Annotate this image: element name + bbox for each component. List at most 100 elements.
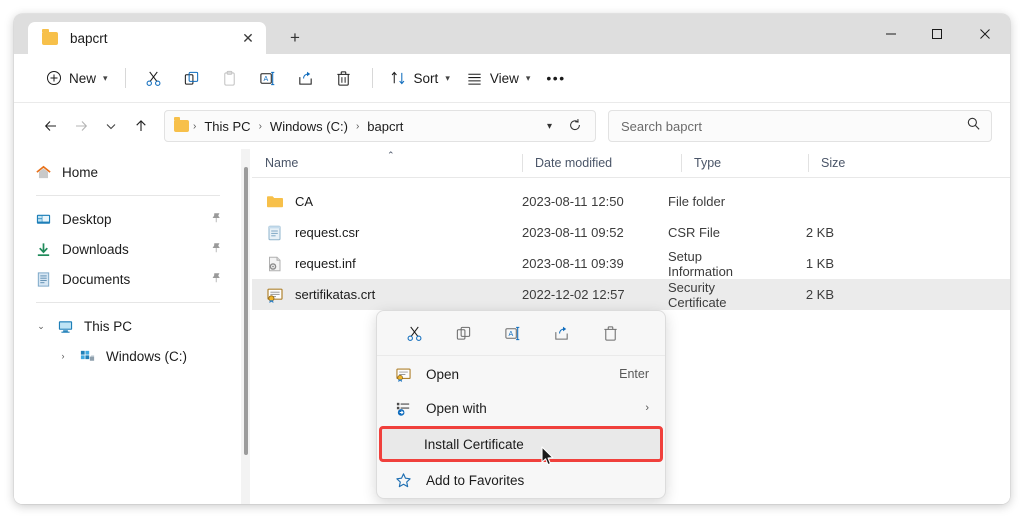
breadcrumb-separator: › <box>355 120 360 132</box>
downloads-icon <box>34 241 52 258</box>
new-tab-button[interactable]: + <box>282 26 308 50</box>
sidebar-item-label: Documents <box>62 271 131 287</box>
column-label: Date modified <box>535 156 613 170</box>
breadcrumb-item-bapcrt[interactable]: bapcrt <box>363 116 407 137</box>
breadcrumb-separator: › <box>193 120 197 132</box>
view-button[interactable]: View ▾ <box>458 62 539 94</box>
delete-icon[interactable] <box>325 62 363 94</box>
sidebar-item-desktop[interactable]: Desktop <box>28 204 228 234</box>
date-modified-cell: 2023-08-11 09:39 <box>522 256 624 271</box>
pane-splitter[interactable] <box>238 149 252 504</box>
search-icon[interactable] <box>966 116 981 136</box>
maximize-button[interactable] <box>914 14 960 54</box>
context-menu-item-open[interactable]: Open Enter <box>381 358 661 390</box>
close-button[interactable] <box>960 14 1010 54</box>
file-name: sertifikatas.crt <box>295 287 376 302</box>
up-button[interactable] <box>126 111 156 141</box>
cut-icon[interactable] <box>135 62 173 94</box>
breadcrumb[interactable]: › This PC › Windows (C:) › bapcrt ▾ <box>164 110 596 142</box>
rename-icon[interactable]: A <box>497 318 527 348</box>
chevron-down-icon[interactable]: ⌄ <box>34 321 48 332</box>
search-input[interactable] <box>619 117 966 135</box>
folder-icon <box>265 194 285 210</box>
sidebar-item-label: This PC <box>84 318 133 334</box>
share-icon[interactable] <box>546 318 576 348</box>
overflow-button[interactable]: ••• <box>538 62 573 94</box>
column-header-date-modified[interactable]: Date modified <box>522 149 681 177</box>
breadcrumb-item-windows-c[interactable]: Windows (C:) <box>266 116 352 137</box>
column-header-type[interactable]: Type <box>681 149 808 177</box>
inf-file-icon <box>265 255 285 273</box>
shortcut-label: Enter <box>619 367 649 381</box>
command-bar: New ▾ A Sort ▾ View ▾ ••• <box>14 54 1010 103</box>
breadcrumb-item-this-pc[interactable]: This PC <box>200 116 254 137</box>
column-label: Name <box>265 156 299 170</box>
sort-button[interactable]: Sort ▾ <box>382 62 458 94</box>
file-name: request.csr <box>295 225 360 240</box>
minimize-button[interactable] <box>868 14 914 54</box>
context-menu-item-label: Open with <box>426 400 487 416</box>
refresh-icon[interactable] <box>561 118 589 135</box>
context-menu-item-open-with[interactable]: Open with › <box>381 392 661 424</box>
recent-locations-button[interactable] <box>96 111 126 141</box>
divider <box>36 302 220 303</box>
certificate-icon <box>393 367 413 382</box>
table-row[interactable]: request.csr 2023-08-11 09:52 CSR File 2 … <box>252 217 1010 248</box>
pin-icon[interactable] <box>210 242 222 257</box>
column-header-size[interactable]: Size <box>808 149 901 177</box>
table-row[interactable]: CA 2023-08-11 12:50 File folder <box>252 186 1010 217</box>
sidebar-item-windows-c[interactable]: › Windows (C:) <box>62 341 228 371</box>
chevron-down-icon: ▾ <box>445 72 450 83</box>
column-label: Type <box>694 156 722 170</box>
pin-icon[interactable] <box>210 272 222 287</box>
scrollbar-thumb[interactable] <box>244 167 248 455</box>
chevron-right-icon: › <box>645 402 649 414</box>
open-with-icon <box>393 400 413 417</box>
file-name: CA <box>295 194 314 209</box>
rename-icon[interactable]: A <box>249 62 287 94</box>
sidebar-item-this-pc[interactable]: ⌄ This PC <box>37 311 228 341</box>
chevron-right-icon[interactable]: › <box>56 351 70 361</box>
chevron-down-icon[interactable]: ▾ <box>538 121 561 132</box>
sidebar-item-label: Windows (C:) <box>106 348 188 364</box>
forward-button <box>66 111 96 141</box>
close-icon[interactable]: ✕ <box>234 24 262 52</box>
date-modified-cell: 2023-08-11 09:52 <box>522 225 624 240</box>
title-bar: bapcrt ✕ + <box>14 14 1010 54</box>
context-menu-toolbar: A <box>377 311 665 356</box>
context-menu-item-label: Open <box>426 366 460 382</box>
column-header-name[interactable]: Name ⌃ <box>252 149 522 177</box>
overflow-icon: ••• <box>546 70 566 86</box>
date-modified-cell: 2023-08-11 12:50 <box>522 194 624 209</box>
divider <box>371 68 373 88</box>
file-name-cell: request.csr <box>252 224 509 242</box>
divider <box>124 68 126 88</box>
sidebar-item-documents[interactable]: Documents <box>28 264 228 294</box>
table-row[interactable]: request.inf 2023-08-11 09:39 Setup Infor… <box>252 248 1010 279</box>
type-cell: Setup Information <box>668 248 734 279</box>
delete-icon[interactable] <box>595 318 625 348</box>
window-controls <box>868 14 1010 54</box>
cut-icon[interactable] <box>399 318 429 348</box>
new-button[interactable]: New ▾ <box>38 62 116 94</box>
context-menu-item-install-certificate[interactable]: Install Certificate <box>379 426 663 462</box>
folder-icon <box>42 28 58 45</box>
tab-bapcrt[interactable]: bapcrt ✕ <box>28 22 266 54</box>
copy-icon[interactable] <box>173 62 211 94</box>
size-cell: 1 KB <box>805 256 834 271</box>
sidebar-item-label: Downloads <box>62 241 129 257</box>
breadcrumb-separator: › <box>258 120 262 132</box>
pin-icon[interactable] <box>210 212 222 227</box>
sort-ascending-icon: ⌃ <box>387 150 395 160</box>
copy-icon[interactable] <box>448 318 478 348</box>
drive-icon <box>78 348 96 365</box>
sidebar-item-downloads[interactable]: Downloads <box>28 234 228 264</box>
share-icon[interactable] <box>287 62 325 94</box>
sidebar-item-home[interactable]: Home <box>28 157 228 187</box>
back-button[interactable] <box>36 111 66 141</box>
search-box[interactable] <box>608 110 992 142</box>
svg-text:A: A <box>264 75 269 83</box>
table-row[interactable]: sertifikatas.crt 2022-12-02 12:57 Securi… <box>252 279 1010 310</box>
size-cell: 2 KB <box>805 287 834 302</box>
context-menu-item-add-to-favorites[interactable]: Add to Favorites <box>381 464 661 496</box>
